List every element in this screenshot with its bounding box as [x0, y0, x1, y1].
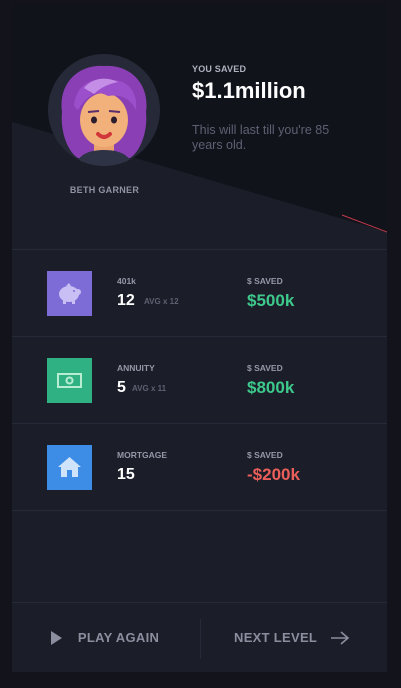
woman-purple-hair-avatar-icon [61, 65, 147, 166]
item-amount: $800k [247, 378, 295, 397]
footer-divider [200, 619, 201, 659]
avatar [48, 54, 160, 166]
play-again-label: PLAY AGAIN [77, 630, 160, 646]
piggy-bank-icon [47, 271, 92, 316]
item-count: 12 [117, 292, 135, 309]
item-saved-label: $ SAVED [247, 450, 283, 460]
player-name: BETH GARNER [69, 185, 140, 195]
house-icon [47, 445, 92, 490]
next-level-label: NEXT LEVEL [234, 630, 318, 646]
results-card: BETH GARNER YOU SAVED $1.1million This w… [12, 4, 387, 672]
item-saved-label: $ SAVED [247, 363, 283, 373]
savings-list: 401k 12 AVG x 12 $ SAVED $500k ANNUITY 5… [12, 249, 387, 511]
item-avg: AVG x 12 [144, 297, 179, 306]
item-count: 15 [117, 466, 135, 483]
item-category: ANNUITY [117, 363, 155, 373]
item-category: MORTGAGE [117, 450, 168, 460]
list-item-annuity: ANNUITY 5 AVG x 11 $ SAVED $800k [12, 336, 387, 423]
hero-section: BETH GARNER YOU SAVED $1.1million This w… [12, 4, 387, 249]
saved-total: $1.1million [192, 78, 306, 103]
item-amount: -$200k [247, 465, 300, 484]
item-amount: $500k [247, 291, 295, 310]
play-again-button[interactable]: PLAY AGAIN [48, 629, 159, 646]
item-count: 5 [117, 379, 126, 396]
play-icon [51, 630, 62, 645]
next-level-button[interactable]: NEXT LEVEL [234, 629, 351, 646]
item-saved-label: $ SAVED [247, 276, 283, 286]
list-item-mortgage: MORTGAGE 15 $ SAVED -$200k [12, 423, 387, 510]
item-avg: AVG x 11 [132, 384, 167, 393]
cash-icon [47, 358, 92, 403]
footer-actions: PLAY AGAIN NEXT LEVEL [12, 602, 387, 672]
arrow-right-icon [331, 630, 350, 645]
saved-label: YOU SAVED [192, 64, 247, 74]
saved-note: This will last till you're 85 years old. [192, 123, 330, 152]
item-category: 401k [117, 276, 136, 286]
list-divider [12, 510, 387, 511]
list-item-401k: 401k 12 AVG x 12 $ SAVED $500k [12, 249, 387, 336]
